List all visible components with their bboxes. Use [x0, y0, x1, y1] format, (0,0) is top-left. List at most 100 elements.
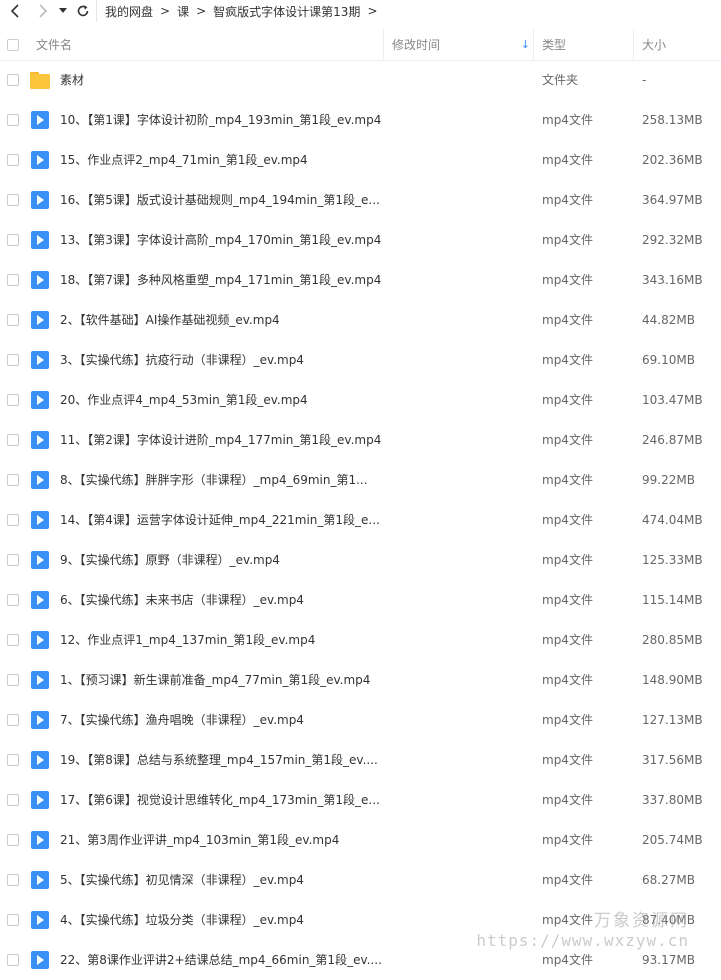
column-divider[interactable] [533, 29, 534, 60]
file-size: 148.90MB [642, 673, 703, 687]
file-row[interactable]: 18、【第7课】多种风格重塑_mp4_171min_第1段_ev.mp4 mp4文… [0, 260, 721, 300]
column-name-header[interactable]: 文件名 [36, 29, 72, 60]
file-row[interactable]: 12、作业点评1_mp4_137min_第1段_ev.mp4 mp4文件 280.8… [0, 620, 721, 660]
file-row[interactable]: 7、【实操代练】渔舟唱晚（非课程）_ev.mp4 mp4文件 127.13MB [0, 700, 721, 740]
file-row[interactable]: 17、【第6课】视觉设计思维转化_mp4_173min_第1段_e... mp4文… [0, 780, 721, 820]
file-name[interactable]: 9、【实操代练】原野（非课程）_ev.mp4 [60, 540, 280, 580]
file-name[interactable]: 1、【预习课】新生课前准备_mp4_77min_第1段_ev.mp4 [60, 660, 370, 700]
file-type: mp4文件 [542, 633, 593, 647]
column-size-header[interactable]: 大小 [642, 29, 666, 60]
file-name[interactable]: 13、【第3课】字体设计高阶_mp4_170min_第1段_ev.mp4 [60, 220, 381, 260]
file-name[interactable]: 20、作业点评4_mp4_53min_第1段_ev.mp4 [60, 380, 308, 420]
row-checkbox[interactable] [7, 674, 19, 686]
file-row[interactable]: 14、【第4课】运营字体设计延伸_mp4_221min_第1段_e... mp4文… [0, 500, 721, 540]
file-size: - [642, 73, 647, 87]
file-name[interactable]: 14、【第4课】运营字体设计延伸_mp4_221min_第1段_e... [60, 500, 380, 540]
row-checkbox[interactable] [7, 594, 19, 606]
row-checkbox[interactable] [7, 234, 19, 246]
file-row[interactable]: 3、【实操代练】抗疫行动（非课程）_ev.mp4 mp4文件 69.10MB [0, 340, 721, 380]
file-type: mp4文件 [542, 833, 593, 847]
file-name[interactable]: 3、【实操代练】抗疫行动（非课程）_ev.mp4 [60, 340, 304, 380]
row-checkbox[interactable] [7, 354, 19, 366]
row-checkbox[interactable] [7, 394, 19, 406]
refresh-icon [77, 5, 89, 17]
column-divider[interactable] [383, 29, 384, 60]
breadcrumb-item[interactable]: 智疯版式字体设计课第13期 [213, 3, 360, 20]
file-row[interactable]: 5、【实操代练】初见情深（非课程）_ev.mp4 mp4文件 68.27MB [0, 860, 721, 900]
file-row[interactable]: 21、第3周作业评讲_mp4_103min_第1段_ev.mp4 mp4文件 205… [0, 820, 721, 860]
row-checkbox[interactable] [7, 714, 19, 726]
video-file-icon [31, 311, 49, 329]
file-row[interactable]: 13、【第3课】字体设计高阶_mp4_170min_第1段_ev.mp4 mp4文… [0, 220, 721, 260]
file-name[interactable]: 2、【软件基础】AI操作基础视频_ev.mp4 [60, 300, 280, 340]
file-name[interactable]: 17、【第6课】视觉设计思维转化_mp4_173min_第1段_e... [60, 780, 380, 820]
refresh-button[interactable] [72, 0, 94, 22]
column-type-header[interactable]: 类型 [542, 29, 566, 60]
row-checkbox[interactable] [7, 154, 19, 166]
file-name[interactable]: 素材 [60, 60, 84, 100]
file-name[interactable]: 5、【实操代练】初见情深（非课程）_ev.mp4 [60, 860, 304, 900]
row-checkbox[interactable] [7, 434, 19, 446]
file-type: mp4文件 [542, 753, 593, 767]
breadcrumb-separator: > [160, 4, 171, 18]
row-checkbox[interactable] [7, 754, 19, 766]
row-checkbox[interactable] [7, 634, 19, 646]
file-name[interactable]: 8、【实操代练】胖胖字形（非课程）_mp4_69min_第1... [60, 460, 368, 500]
file-row[interactable]: 素材 文件夹 - [0, 60, 721, 100]
column-modified-header[interactable]: 修改时间 ↓ [392, 29, 530, 60]
file-size: 246.87MB [642, 433, 703, 447]
file-row[interactable]: 15、作业点评2_mp4_71min_第1段_ev.mp4 mp4文件 202.36… [0, 140, 721, 180]
file-row[interactable]: 1、【预习课】新生课前准备_mp4_77min_第1段_ev.mp4 mp4文件 1… [0, 660, 721, 700]
forward-button[interactable] [32, 0, 54, 22]
file-row[interactable]: 11、【第2课】字体设计进阶_mp4_177min_第1段_ev.mp4 mp4文… [0, 420, 721, 460]
breadcrumb-item[interactable]: 课 [177, 3, 189, 20]
history-dropdown-button[interactable] [56, 0, 70, 22]
row-checkbox[interactable] [7, 74, 19, 86]
back-button[interactable] [4, 0, 26, 22]
navigation-bar: 我的网盘 > 课 > 智疯版式字体设计课第13期 > [0, 0, 721, 22]
file-row[interactable]: 10、【第1课】字体设计初阶_mp4_193min_第1段_ev.mp4 mp4文… [0, 100, 721, 140]
file-name[interactable]: 18、【第7课】多种风格重塑_mp4_171min_第1段_ev.mp4 [60, 260, 381, 300]
file-row[interactable]: 19、【第8课】总结与系统整理_mp4_157min_第1段_ev.... mp4… [0, 740, 721, 780]
file-name[interactable]: 19、【第8课】总结与系统整理_mp4_157min_第1段_ev.... [60, 740, 378, 780]
video-file-icon [31, 351, 49, 369]
file-name[interactable]: 4、【实操代练】垃圾分类（非课程）_ev.mp4 [60, 900, 304, 940]
row-checkbox[interactable] [7, 514, 19, 526]
file-type: mp4文件 [542, 593, 593, 607]
row-checkbox[interactable] [7, 954, 19, 966]
file-row[interactable]: 6、【实操代练】未来书店（非课程）_ev.mp4 mp4文件 115.14MB [0, 580, 721, 620]
breadcrumb-item[interactable]: 我的网盘 [105, 3, 153, 20]
select-all-checkbox[interactable] [7, 38, 19, 51]
file-name[interactable]: 22、第8课作业评讲2+结课总结_mp4_66min_第1段_ev.... [60, 940, 382, 980]
file-name[interactable]: 7、【实操代练】渔舟唱晚（非课程）_ev.mp4 [60, 700, 304, 740]
row-checkbox[interactable] [7, 834, 19, 846]
row-checkbox[interactable] [7, 874, 19, 886]
row-checkbox[interactable] [7, 474, 19, 486]
file-name[interactable]: 15、作业点评2_mp4_71min_第1段_ev.mp4 [60, 140, 308, 180]
file-name[interactable]: 11、【第2课】字体设计进阶_mp4_177min_第1段_ev.mp4 [60, 420, 381, 460]
breadcrumb-separator: > [367, 4, 378, 18]
column-divider[interactable] [633, 29, 634, 60]
file-list: 素材 文件夹 - 10、【第1课】字体设计初阶_mp4_193min_第1段_ev.m… [0, 60, 721, 980]
file-name[interactable]: 10、【第1课】字体设计初阶_mp4_193min_第1段_ev.mp4 [60, 100, 381, 140]
file-type: mp4文件 [542, 233, 593, 247]
file-row[interactable]: 9、【实操代练】原野（非课程）_ev.mp4 mp4文件 125.33MB [0, 540, 721, 580]
file-name[interactable]: 6、【实操代练】未来书店（非课程）_ev.mp4 [60, 580, 304, 620]
video-file-icon [31, 111, 49, 129]
file-row[interactable]: 20、作业点评4_mp4_53min_第1段_ev.mp4 mp4文件 103.47… [0, 380, 721, 420]
row-checkbox[interactable] [7, 194, 19, 206]
row-checkbox[interactable] [7, 554, 19, 566]
file-row[interactable]: 16、【第5课】版式设计基础规则_mp4_194min_第1段_e... mp4文… [0, 180, 721, 220]
row-checkbox[interactable] [7, 314, 19, 326]
row-checkbox[interactable] [7, 114, 19, 126]
file-row[interactable]: 8、【实操代练】胖胖字形（非课程）_mp4_69min_第1... mp4文件 99… [0, 460, 721, 500]
file-row[interactable]: 2、【软件基础】AI操作基础视频_ev.mp4 mp4文件 44.82MB [0, 300, 721, 340]
file-name[interactable]: 12、作业点评1_mp4_137min_第1段_ev.mp4 [60, 620, 315, 660]
row-checkbox[interactable] [7, 914, 19, 926]
row-checkbox[interactable] [7, 794, 19, 806]
file-name[interactable]: 16、【第5课】版式设计基础规则_mp4_194min_第1段_e... [60, 180, 380, 220]
row-checkbox[interactable] [7, 274, 19, 286]
file-type: mp4文件 [542, 473, 593, 487]
file-name[interactable]: 21、第3周作业评讲_mp4_103min_第1段_ev.mp4 [60, 820, 339, 860]
video-file-icon [31, 431, 49, 449]
